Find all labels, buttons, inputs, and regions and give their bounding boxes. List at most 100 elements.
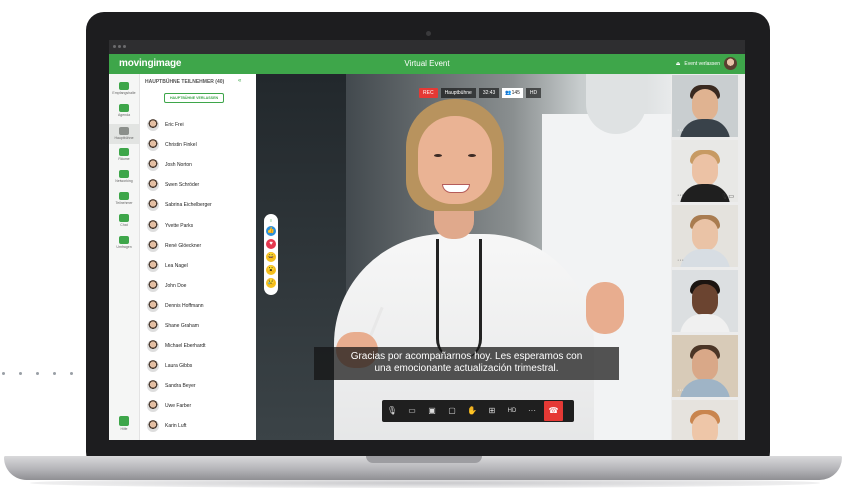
nav-networking[interactable]: Networking <box>109 170 139 183</box>
video-tile[interactable] <box>672 400 738 440</box>
participant-row[interactable]: Sabrina Eichelberger <box>147 195 212 215</box>
grid-view-icon[interactable]: ⊞ <box>482 400 502 422</box>
viewer-count: 👥145 <box>502 88 523 98</box>
tile-mic-cam-icons: 🎙▭ <box>720 194 734 200</box>
nav-agenda[interactable]: Agenda <box>109 104 139 117</box>
collapse-panel-icon[interactable]: « <box>238 78 241 84</box>
window-titlebar <box>109 40 745 54</box>
chat-icon <box>119 214 129 222</box>
event-title: Virtual Event <box>404 59 450 68</box>
video-tile[interactable]: ··· 🎙▭ <box>672 140 738 202</box>
participant-row[interactable]: René Glöeckner <box>147 236 212 256</box>
video-tile[interactable]: ··· <box>672 205 738 267</box>
calendar-icon <box>119 104 129 112</box>
tile-face <box>692 414 718 440</box>
participant-name: Yvette Parks <box>165 222 194 229</box>
networking-icon <box>119 170 129 178</box>
nav-polls[interactable]: Umfragen <box>109 236 139 249</box>
tile-face <box>692 89 718 121</box>
hd-toggle-button[interactable]: HD <box>502 400 522 422</box>
avatar <box>147 179 159 192</box>
nav-chat[interactable]: Chat <box>109 214 139 227</box>
nav-label: Räume <box>118 157 130 161</box>
leave-stage-button[interactable]: HAUPTBÜHNE VERLASSEN <box>164 93 224 103</box>
avatar <box>147 279 159 292</box>
participant-row[interactable]: Sandra Beyer <box>147 376 212 396</box>
nav-label: Chat <box>120 223 128 227</box>
nav-rooms[interactable]: Räume <box>109 148 139 161</box>
attendee-icon <box>119 192 129 200</box>
live-subtitle: Gracias por acompañarnos hoy. Les espera… <box>314 347 619 380</box>
end-call-icon[interactable]: ☎ <box>544 401 563 421</box>
chat-bubble-icon[interactable]: ▢ <box>442 400 462 422</box>
participant-name: Swen Schröder <box>165 182 200 189</box>
nav-reception[interactable]: Empfangshalle <box>109 82 139 95</box>
surprised-emoji-icon[interactable]: 😮 <box>266 265 276 275</box>
raise-hand-icon[interactable]: ✋ <box>462 400 482 422</box>
participant-list: Eric Frei Christin Finkel Josh Norton Sw… <box>147 115 212 437</box>
reaction-handle-icon[interactable]: ≡ <box>266 216 276 226</box>
avatar <box>147 119 159 132</box>
avatar <box>147 299 159 312</box>
nav-label: Umfragen <box>116 245 132 249</box>
participant-row[interactable]: Uwe Farber <box>147 396 212 416</box>
participant-name: Michael Eberhardt <box>165 343 206 350</box>
participant-row[interactable]: Yvette Parks <box>147 215 212 235</box>
tile-body <box>680 119 730 137</box>
quality-badge[interactable]: HD <box>525 88 542 98</box>
nav-label: Hauptbühne <box>114 136 134 140</box>
avatar <box>147 380 159 393</box>
laptop-notch <box>366 456 482 463</box>
screen-share-icon[interactable]: ▣ <box>422 400 442 422</box>
leave-event-link[interactable]: Event verlassen <box>684 61 720 67</box>
tile-more-icon[interactable]: ··· <box>677 257 684 264</box>
user-menu[interactable]: ⏏ Event verlassen <box>676 57 737 70</box>
avatar <box>147 219 159 232</box>
participant-row[interactable]: Laura Gibbs <box>147 356 212 376</box>
tile-face <box>692 284 718 316</box>
heart-icon[interactable]: ♥ <box>266 239 276 249</box>
exit-icon: ⏏ <box>675 60 681 67</box>
nav-label: Agenda <box>117 113 131 117</box>
participant-row[interactable]: Shane Graham <box>147 316 212 336</box>
participants-header: HAUPTBÜHNE TEILNEHMER (40) <box>145 79 225 85</box>
stream-duration: 32:43 <box>478 88 500 98</box>
nav-attendees[interactable]: Teilnehmer <box>109 192 139 205</box>
stage-label: Hauptbühne <box>440 88 476 98</box>
participant-row[interactable]: John Doe <box>147 276 212 296</box>
participant-row[interactable]: Lea Nagel <box>147 256 212 276</box>
thumbs-up-icon[interactable]: 👍 <box>266 226 276 236</box>
participant-name: Sandra Beyer <box>165 383 196 390</box>
subtitle-line: Gracias por acompañarnos hoy. Les espera… <box>350 351 583 362</box>
laugh-emoji-icon[interactable]: 😄 <box>266 252 276 262</box>
user-avatar[interactable] <box>724 57 737 70</box>
tile-face <box>692 219 718 251</box>
participants-panel: HAUPTBÜHNE TEILNEHMER (40) « HAUPTBÜHNE … <box>140 74 256 440</box>
nav-help[interactable]: Hilfe <box>109 416 139 431</box>
video-tile[interactable]: ··· <box>672 75 738 137</box>
sidebar-nav: Empfangshalle Agenda Hauptbühne Räume Ne… <box>109 74 140 440</box>
more-options-button[interactable]: ··· <box>522 400 542 422</box>
participant-row[interactable]: Josh Norton <box>147 155 212 175</box>
participant-row[interactable]: Swen Schröder <box>147 175 212 195</box>
nav-main-stage[interactable]: Hauptbühne <box>109 124 139 144</box>
webcam <box>426 31 431 36</box>
participant-row[interactable]: Karin Luft <box>147 416 212 436</box>
participant-row[interactable]: Eric Frei <box>147 115 212 135</box>
mic-muted-icon[interactable]: 🎙 <box>382 400 402 422</box>
stage-icon <box>119 127 129 135</box>
camera-off-icon[interactable]: ▭ <box>402 400 422 422</box>
participant-video-grid: ··· ··· 🎙▭ ··· ··· <box>671 74 745 440</box>
participant-row[interactable]: Michael Eberhardt <box>147 336 212 356</box>
tile-more-icon[interactable]: ··· <box>677 192 684 199</box>
video-tile[interactable]: ··· <box>672 335 738 397</box>
sad-emoji-icon[interactable]: 😢 <box>266 278 276 288</box>
avatar <box>147 139 159 152</box>
app-screen: movingimage Virtual Event ⏏ Event verlas… <box>109 40 745 440</box>
video-tile[interactable] <box>672 270 738 332</box>
tile-more-icon[interactable]: ··· <box>677 127 684 134</box>
tile-more-icon[interactable]: ··· <box>677 387 684 394</box>
participant-row[interactable]: Christin Finkel <box>147 135 212 155</box>
participant-row[interactable]: Dennis Hoffmann <box>147 296 212 316</box>
app-header: movingimage Virtual Event ⏏ Event verlas… <box>109 54 745 74</box>
